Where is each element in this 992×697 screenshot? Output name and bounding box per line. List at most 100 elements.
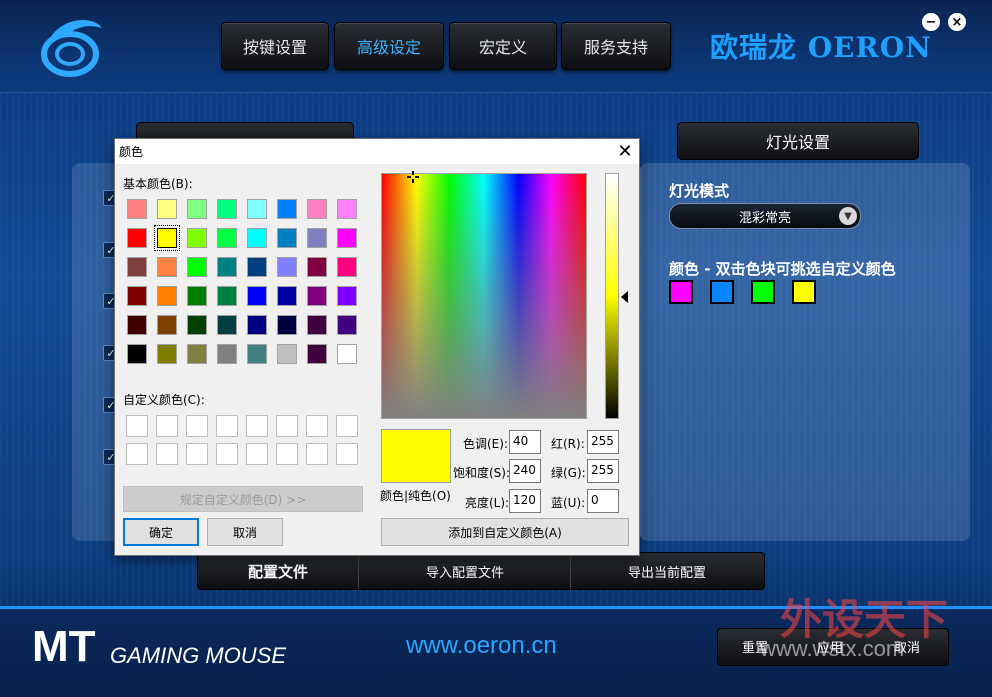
basic-color-cell[interactable]	[127, 286, 147, 306]
export-config-button[interactable]: 导出当前配置	[570, 553, 763, 589]
basic-color-cell[interactable]	[157, 199, 177, 219]
basic-color-cell[interactable]	[277, 199, 297, 219]
basic-color-cell[interactable]	[247, 344, 267, 364]
light-settings-tab[interactable]: 灯光设置	[677, 122, 919, 160]
dialog-title: 颜色	[119, 145, 144, 159]
minimize-icon[interactable]: −	[922, 13, 940, 31]
basic-color-cell[interactable]	[187, 257, 207, 277]
custom-color-cell[interactable]	[246, 443, 268, 465]
color-swatch-2[interactable]	[710, 280, 734, 304]
light-mode-select[interactable]: 混彩常亮 ▼	[669, 203, 861, 229]
basic-color-cell[interactable]	[217, 199, 237, 219]
luminance-arrow-icon[interactable]	[621, 291, 628, 303]
basic-color-cell[interactable]	[307, 286, 327, 306]
lum-field[interactable]: 120	[509, 489, 541, 513]
basic-color-cell[interactable]	[247, 199, 267, 219]
lum-label: 亮度(L):	[465, 496, 510, 510]
basic-color-cell[interactable]	[277, 228, 297, 248]
basic-color-cell[interactable]	[217, 286, 237, 306]
basic-color-cell[interactable]	[247, 257, 267, 277]
brand-logo: 欧瑞龙 OERON	[710, 31, 932, 64]
green-field[interactable]: 255	[587, 459, 619, 483]
basic-color-cell[interactable]	[307, 199, 327, 219]
basic-color-cell[interactable]	[337, 228, 357, 248]
nav-support[interactable]: 服务支持	[561, 22, 671, 70]
custom-color-cell[interactable]	[306, 443, 328, 465]
close-icon[interactable]: ×	[948, 13, 966, 31]
custom-color-cell[interactable]	[186, 415, 208, 437]
basic-color-cell[interactable]	[277, 257, 297, 277]
nav-key-settings[interactable]: 按键设置	[221, 22, 329, 70]
dialog-close-icon[interactable]: ✕	[611, 139, 639, 164]
basic-color-cell[interactable]	[157, 257, 177, 277]
basic-color-cell[interactable]	[217, 228, 237, 248]
nav-macro[interactable]: 宏定义	[449, 22, 557, 70]
basic-color-cell[interactable]	[187, 344, 207, 364]
basic-color-cell[interactable]	[127, 315, 147, 335]
basic-color-cell[interactable]	[307, 257, 327, 277]
nav-advanced[interactable]: 高级设定	[334, 22, 444, 70]
nav-label: 高级设定	[356, 38, 421, 57]
basic-color-cell[interactable]	[337, 257, 357, 277]
custom-color-cell[interactable]	[336, 415, 358, 437]
color-spectrum[interactable]	[381, 173, 587, 419]
blue-field[interactable]: 0	[587, 489, 619, 513]
custom-color-cell[interactable]	[126, 415, 148, 437]
luminance-bar[interactable]	[605, 173, 619, 419]
basic-color-cell[interactable]	[337, 199, 357, 219]
basic-color-cell[interactable]	[127, 228, 147, 248]
hue-field[interactable]: 40	[509, 430, 541, 454]
basic-color-cell[interactable]	[217, 315, 237, 335]
color-swatch-4[interactable]	[792, 280, 816, 304]
website-link[interactable]: www.oeron.cn	[406, 632, 557, 660]
custom-color-cell[interactable]	[156, 443, 178, 465]
basic-color-cell[interactable]	[277, 344, 297, 364]
basic-color-cell[interactable]	[154, 225, 180, 251]
basic-color-cell[interactable]	[127, 344, 147, 364]
red-label: 红(R):	[551, 437, 585, 451]
basic-color-cell[interactable]	[157, 344, 177, 364]
color-swatch-3[interactable]	[751, 280, 775, 304]
ok-button[interactable]: 确定	[123, 518, 199, 546]
custom-color-cell[interactable]	[276, 443, 298, 465]
basic-color-cell[interactable]	[127, 199, 147, 219]
custom-color-cell[interactable]	[216, 443, 238, 465]
basic-color-cell[interactable]	[157, 286, 177, 306]
basic-color-cell[interactable]	[187, 315, 207, 335]
basic-color-cell[interactable]	[217, 344, 237, 364]
basic-color-cell[interactable]	[277, 286, 297, 306]
basic-color-cell[interactable]	[247, 228, 267, 248]
import-config-button[interactable]: 导入配置文件	[358, 553, 571, 589]
preview-label: 颜色|纯色(O)	[380, 489, 451, 503]
basic-color-cell[interactable]	[307, 315, 327, 335]
sat-field[interactable]: 240	[509, 459, 541, 483]
basic-color-cell[interactable]	[157, 315, 177, 335]
red-field[interactable]: 255	[587, 430, 619, 454]
basic-color-cell[interactable]	[187, 199, 207, 219]
custom-color-cell[interactable]	[126, 443, 148, 465]
basic-color-cell[interactable]	[247, 315, 267, 335]
basic-color-cell[interactable]	[187, 286, 207, 306]
basic-color-cell[interactable]	[337, 286, 357, 306]
custom-color-cell[interactable]	[246, 415, 268, 437]
custom-color-cell[interactable]	[186, 443, 208, 465]
dialog-cancel-button[interactable]: 取消	[207, 518, 283, 546]
custom-color-cell[interactable]	[306, 415, 328, 437]
custom-color-cell[interactable]	[276, 415, 298, 437]
custom-color-cell[interactable]	[216, 415, 238, 437]
color-swatch-1[interactable]	[669, 280, 693, 304]
custom-color-cell[interactable]	[336, 443, 358, 465]
define-custom-button[interactable]: 规定自定义颜色(D) >>	[123, 486, 363, 512]
basic-color-cell[interactable]	[127, 257, 147, 277]
basic-color-cell[interactable]	[187, 228, 207, 248]
config-label: 配置文件	[247, 562, 308, 581]
basic-color-cell[interactable]	[217, 257, 237, 277]
basic-color-cell[interactable]	[337, 315, 357, 335]
basic-color-cell[interactable]	[247, 286, 267, 306]
basic-color-cell[interactable]	[307, 344, 327, 364]
add-custom-color-button[interactable]: 添加到自定义颜色(A)	[381, 518, 629, 546]
custom-color-cell[interactable]	[156, 415, 178, 437]
basic-color-cell[interactable]	[277, 315, 297, 335]
basic-color-cell[interactable]	[307, 228, 327, 248]
basic-color-cell[interactable]	[337, 344, 357, 364]
